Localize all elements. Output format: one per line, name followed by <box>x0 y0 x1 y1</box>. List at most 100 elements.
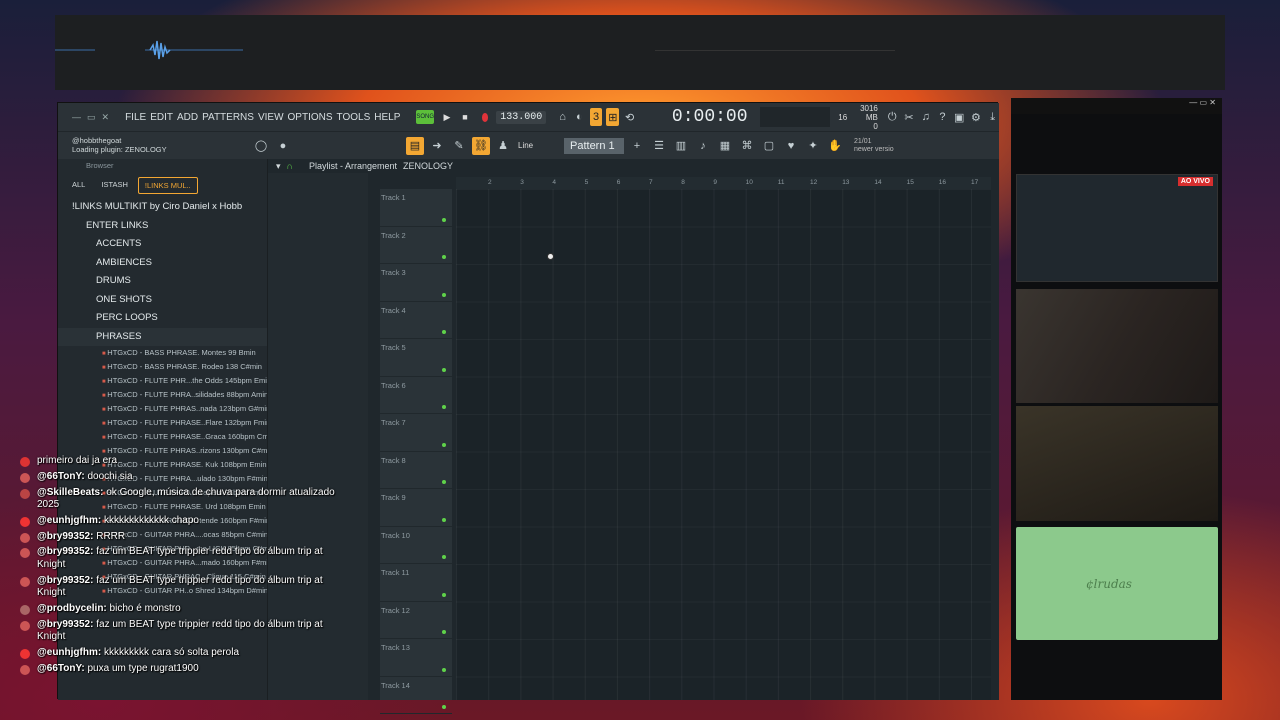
track-enable-icon[interactable] <box>442 442 446 447</box>
master-knob-icon[interactable]: ● <box>274 137 292 155</box>
track-header[interactable]: Track 5 <box>380 339 452 377</box>
playlist-view-icon[interactable]: ▤ <box>406 136 424 155</box>
add-pattern-icon[interactable]: + <box>628 137 646 155</box>
record-icon[interactable] <box>481 112 489 122</box>
timeline-ruler[interactable]: 2 3 4 5 6 7 8 9 10 11 12 13 14 15 16 17 <box>456 177 991 189</box>
browser-file[interactable]: HTGxCD - FLUTE PHRASE..Flare 132bpm Fmin <box>58 416 267 430</box>
countdown-icon[interactable]: 3 <box>589 108 603 126</box>
menu-tools[interactable]: TOOLS <box>335 112 373 123</box>
snap-select[interactable]: Line <box>518 141 558 150</box>
project-icon[interactable]: ⌘ <box>738 137 756 155</box>
close-icon[interactable]: ✕ <box>102 112 110 123</box>
tempo-display[interactable]: 133.000 <box>496 110 547 124</box>
restore-icon[interactable]: ▭ <box>87 112 96 123</box>
browser-file[interactable]: HTGxCD - FLUTE PHRA..silidades 88bpm Ami… <box>58 388 267 402</box>
track-header[interactable]: Track 1 <box>380 189 452 227</box>
track-header[interactable]: Track 13 <box>380 639 452 677</box>
track-enable-icon[interactable] <box>442 330 446 334</box>
menu-edit[interactable]: EDIT <box>148 112 175 123</box>
pattern-selector[interactable]: Pattern 1 <box>564 137 624 154</box>
plugin-icon[interactable]: ⚙ <box>970 108 983 126</box>
stamp-icon[interactable]: ♟ <box>494 137 512 155</box>
brush-icon[interactable]: ✎ <box>450 137 468 155</box>
browser-file[interactable]: HTGxCD - FLUTE PHR...the Odds 145bpm Emi… <box>58 374 267 388</box>
menu-help[interactable]: HELP <box>372 112 402 123</box>
track-enable-icon[interactable] <box>442 667 446 672</box>
menu-options[interactable]: OPTIONS <box>286 112 335 123</box>
save-icon[interactable]: ▣ <box>953 108 966 126</box>
magnet-icon[interactable]: ∩ <box>287 161 293 171</box>
chat-username: @bry99352: <box>37 618 94 630</box>
track-enable-icon[interactable] <box>442 705 446 709</box>
file-icon[interactable]: ▢ <box>760 137 778 155</box>
folder-drums[interactable]: DRUMS <box>58 272 267 291</box>
play-icon[interactable]: ▶ <box>442 110 452 124</box>
browser-file[interactable]: HTGxCD - BASS PHRASE. Montes 99 Bmin <box>58 346 267 360</box>
folder-perc-loops[interactable]: PERC LOOPS <box>58 309 267 328</box>
blend-notes-icon[interactable]: ⊞ <box>606 108 620 126</box>
chat-username: @eunhjgfhm: <box>37 647 102 659</box>
knob-icon[interactable]: ◯ <box>252 137 270 155</box>
folder-ambiences[interactable]: AMBIENCES <box>58 254 267 273</box>
track-enable-icon[interactable] <box>442 405 446 409</box>
loop-record-icon[interactable]: ⟲ <box>623 108 636 126</box>
track-enable-icon[interactable] <box>442 292 446 297</box>
browser-file[interactable]: HTGxCD - FLUTE PHRAS..nada 123bpm G#min <box>58 402 267 416</box>
track-header[interactable]: Track 9 <box>380 489 452 527</box>
song-mode-toggle[interactable]: SONG <box>416 110 435 124</box>
folder-accents[interactable]: ACCENTS <box>58 235 267 254</box>
track-header[interactable]: Track 11 <box>380 564 452 602</box>
track-enable-icon[interactable] <box>442 630 446 634</box>
track-header[interactable]: Track 3 <box>380 264 452 302</box>
tab-istash[interactable]: ISTASH <box>95 177 134 194</box>
help-icon[interactable]: ? <box>936 108 949 126</box>
minimize-icon[interactable]: — <box>72 112 81 123</box>
browser-file[interactable]: HTGxCD - FLUTE PHRASE..Graca 160bpm Cmin <box>58 430 267 444</box>
menu-view[interactable]: VIEW <box>256 112 286 123</box>
power-icon[interactable]: ⏻ <box>886 108 899 126</box>
folder-one-shots[interactable]: ONE SHOTS <box>58 291 267 310</box>
arrangement-grid[interactable] <box>456 189 991 700</box>
mic-icon[interactable]: ♫ <box>919 108 932 126</box>
track-enable-icon[interactable] <box>442 217 446 222</box>
menu-add[interactable]: ADD <box>175 112 200 123</box>
cut-icon[interactable]: ✂ <box>903 108 916 126</box>
stop-icon[interactable]: ■ <box>460 110 470 124</box>
metronome-icon[interactable]: ⌂ <box>556 108 569 126</box>
track-header[interactable]: Track 4 <box>380 302 452 339</box>
wait-icon[interactable]: ◐ <box>573 108 586 126</box>
mixer-icon[interactable]: ☰ <box>650 137 668 155</box>
track-header[interactable]: Track 12 <box>380 602 452 639</box>
hint-icon[interactable]: ✋ <box>826 137 844 155</box>
channel-rack-icon[interactable]: ▥ <box>672 137 690 155</box>
tools-icon[interactable]: ✦ <box>804 137 822 155</box>
download-icon[interactable]: ⤓ <box>986 108 999 126</box>
track-enable-icon[interactable] <box>442 555 446 559</box>
track-header[interactable]: Track 7 <box>380 414 452 452</box>
menu-patterns[interactable]: PATTERNS <box>200 112 256 123</box>
browser-file[interactable]: HTGxCD - BASS PHRASE. Rodeo 138 C#min <box>58 360 267 374</box>
track-header[interactable]: Track 2 <box>380 227 452 264</box>
menu-file[interactable]: FILE <box>123 112 148 123</box>
folder-phrases[interactable]: PHRASES <box>58 327 267 346</box>
track-enable-icon[interactable] <box>442 255 446 259</box>
piano-roll-icon[interactable]: ♪ <box>694 137 712 155</box>
folder-enter-links[interactable]: ENTER LINKS <box>58 217 267 236</box>
news-panel[interactable]: 21/01 newer versio <box>854 138 894 154</box>
plugin-db-icon[interactable]: ♥ <box>782 137 800 155</box>
link-icon[interactable]: ⛓ <box>472 136 490 155</box>
tab-links-multikit[interactable]: !LINKS MUL.. <box>137 177 198 194</box>
folder-multikit[interactable]: !LINKS MULTIKIT by Ciro Daniel x Hobb <box>58 198 267 217</box>
track-enable-icon[interactable] <box>442 517 446 522</box>
tab-all[interactable]: ALL <box>66 177 91 194</box>
playlist-menu-icon[interactable]: ▾ <box>276 161 281 172</box>
track-enable-icon[interactable] <box>442 480 446 484</box>
track-header[interactable]: Track 14 <box>380 677 452 714</box>
track-header[interactable]: Track 10 <box>380 527 452 564</box>
track-enable-icon[interactable] <box>442 592 446 597</box>
arrow-icon[interactable]: ➜ <box>428 137 446 155</box>
track-header[interactable]: Track 8 <box>380 452 452 489</box>
track-enable-icon[interactable] <box>442 367 446 372</box>
browser-icon[interactable]: ▦ <box>716 137 734 155</box>
track-header[interactable]: Track 6 <box>380 377 452 414</box>
